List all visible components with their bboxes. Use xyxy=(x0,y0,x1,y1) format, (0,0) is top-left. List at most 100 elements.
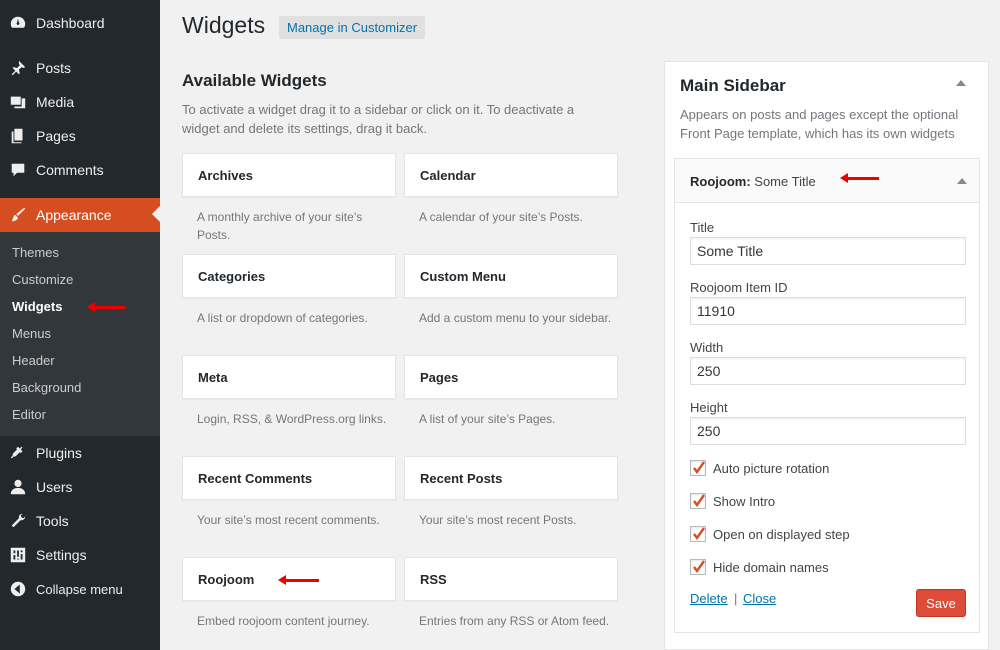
pin-icon xyxy=(8,58,28,78)
save-button[interactable]: Save xyxy=(916,589,966,617)
widget-title: Custom Menu xyxy=(420,269,506,284)
menu-label: Comments xyxy=(36,162,104,178)
roojoom-widget-form: Roojoom: Some Title Title Roojoom Item I… xyxy=(674,158,980,633)
checkbox-label: Hide domain names xyxy=(713,559,829,575)
widget-custom-menu[interactable]: Custom Menu xyxy=(404,254,618,298)
appearance-submenu: Themes Customize Widgets Menus Header Ba… xyxy=(0,232,160,436)
manage-in-customizer-button[interactable]: Manage in Customizer xyxy=(279,16,426,39)
menu-label: Tools xyxy=(36,513,69,529)
menu-settings[interactable]: Settings xyxy=(0,538,160,572)
submenu-themes[interactable]: Themes xyxy=(12,245,59,260)
widget-title: Recent Posts xyxy=(420,471,503,486)
widget-rss[interactable]: RSS xyxy=(404,557,618,601)
widget-description: Your site’s most recent Posts. xyxy=(419,513,577,527)
menu-collapse[interactable]: Collapse menu xyxy=(0,572,160,606)
hide-domain-names-checkbox[interactable] xyxy=(690,559,706,575)
menu-pages[interactable]: Pages xyxy=(0,119,160,153)
brush-icon xyxy=(8,205,28,225)
widget-subtitle: Some Title xyxy=(754,174,816,189)
submenu-menus[interactable]: Menus xyxy=(12,326,51,341)
widget-recent-comments[interactable]: Recent Comments xyxy=(182,456,396,500)
available-widgets-title: Available Widgets xyxy=(182,71,327,90)
menu-label: Media xyxy=(36,94,75,110)
widget-header[interactable]: Roojoom: Some Title xyxy=(675,159,979,203)
title-field[interactable] xyxy=(690,237,966,265)
checkmark-icon xyxy=(693,461,705,475)
width-label: Width xyxy=(690,340,724,355)
widget-title: Categories xyxy=(198,269,266,284)
open-displayed-step-checkbox[interactable] xyxy=(690,526,706,542)
pages-icon xyxy=(8,126,28,146)
widget-description: A monthly archive of your site’s Posts. xyxy=(197,210,363,242)
media-icon xyxy=(8,92,28,112)
widget-description: Your site’s most recent comments. xyxy=(197,513,380,527)
widget-title: Archives xyxy=(198,168,253,183)
checkbox-label: Open on displayed step xyxy=(713,526,850,542)
link-separator: | xyxy=(734,591,738,606)
width-field[interactable] xyxy=(690,357,966,385)
height-field[interactable] xyxy=(690,417,966,445)
hide-domain-names-checkbox-row[interactable]: Hide domain names xyxy=(690,559,829,575)
menu-tools[interactable]: Tools xyxy=(0,504,160,538)
widget-categories[interactable]: Categories xyxy=(182,254,396,298)
widget-description: Entries from any RSS or Atom feed. xyxy=(419,614,610,628)
submenu-background[interactable]: Background xyxy=(12,380,81,395)
dashboard-icon xyxy=(8,13,28,33)
menu-appearance[interactable]: Appearance xyxy=(0,198,160,232)
admin-menu: Dashboard Posts Media Pages Comments App… xyxy=(0,0,160,650)
widget-recent-posts[interactable]: Recent Posts xyxy=(404,456,618,500)
title-label: Title xyxy=(690,220,715,235)
menu-comments[interactable]: Comments xyxy=(0,153,160,187)
red-arrow-annotation xyxy=(278,575,319,585)
checkbox-label: Show Intro xyxy=(713,493,776,509)
delete-link[interactable]: Delete xyxy=(690,591,728,606)
collapse-arrow-icon[interactable] xyxy=(956,80,966,86)
widget-title: RSS xyxy=(420,572,447,587)
red-arrow-annotation xyxy=(840,173,879,183)
widget-name: Roojoom: xyxy=(690,174,751,189)
checkmark-icon xyxy=(693,560,705,574)
menu-posts[interactable]: Posts xyxy=(0,51,160,85)
open-displayed-step-checkbox-row[interactable]: Open on displayed step xyxy=(690,526,850,542)
wrench-icon xyxy=(8,511,28,531)
widget-description: Embed roojoom content journey. xyxy=(197,614,370,628)
submenu-header[interactable]: Header xyxy=(12,353,55,368)
widget-pages[interactable]: Pages xyxy=(404,355,618,399)
available-widgets-description: To activate a widget drag it to a sideba… xyxy=(182,102,575,136)
plug-icon xyxy=(8,443,28,463)
show-intro-checkbox-row[interactable]: Show Intro xyxy=(690,493,775,509)
user-icon xyxy=(8,477,28,497)
submenu-editor[interactable]: Editor xyxy=(12,407,46,422)
menu-media[interactable]: Media xyxy=(0,85,160,119)
item-id-field[interactable] xyxy=(690,297,966,325)
menu-label: Pages xyxy=(36,128,76,144)
submenu-widgets[interactable]: Widgets xyxy=(12,299,62,314)
show-intro-checkbox[interactable] xyxy=(690,493,706,509)
widget-meta[interactable]: Meta xyxy=(182,355,396,399)
widget-calendar[interactable]: Calendar xyxy=(404,153,618,197)
menu-plugins[interactable]: Plugins xyxy=(0,436,160,470)
widget-description: Add a custom menu to your sidebar. xyxy=(419,311,612,325)
collapse-arrow-icon[interactable] xyxy=(957,178,967,184)
checkmark-icon xyxy=(693,494,705,508)
collapse-icon xyxy=(8,579,28,599)
menu-dashboard[interactable]: Dashboard xyxy=(0,6,160,40)
widget-description: A list of your site’s Pages. xyxy=(419,412,556,426)
widget-title: Calendar xyxy=(420,168,476,183)
sidebar-description: Appears on posts and pages except the op… xyxy=(680,107,959,141)
submenu-customize[interactable]: Customize xyxy=(12,272,73,287)
page-title: Widgets xyxy=(182,12,266,38)
menu-users[interactable]: Users xyxy=(0,470,160,504)
widget-archives[interactable]: Archives xyxy=(182,153,396,197)
settings-icon xyxy=(8,545,28,565)
auto-rotation-checkbox-row[interactable]: Auto picture rotation xyxy=(690,460,829,476)
checkmark-icon xyxy=(693,527,705,541)
widget-title: Recent Comments xyxy=(198,471,313,486)
widget-description: Login, RSS, & WordPress.org links. xyxy=(197,412,387,426)
menu-label: Posts xyxy=(36,60,72,76)
menu-label: Plugins xyxy=(36,445,82,461)
menu-label: Collapse menu xyxy=(36,581,123,597)
checkbox-label: Auto picture rotation xyxy=(713,460,830,476)
auto-rotation-checkbox[interactable] xyxy=(690,460,706,476)
close-link[interactable]: Close xyxy=(743,591,776,606)
